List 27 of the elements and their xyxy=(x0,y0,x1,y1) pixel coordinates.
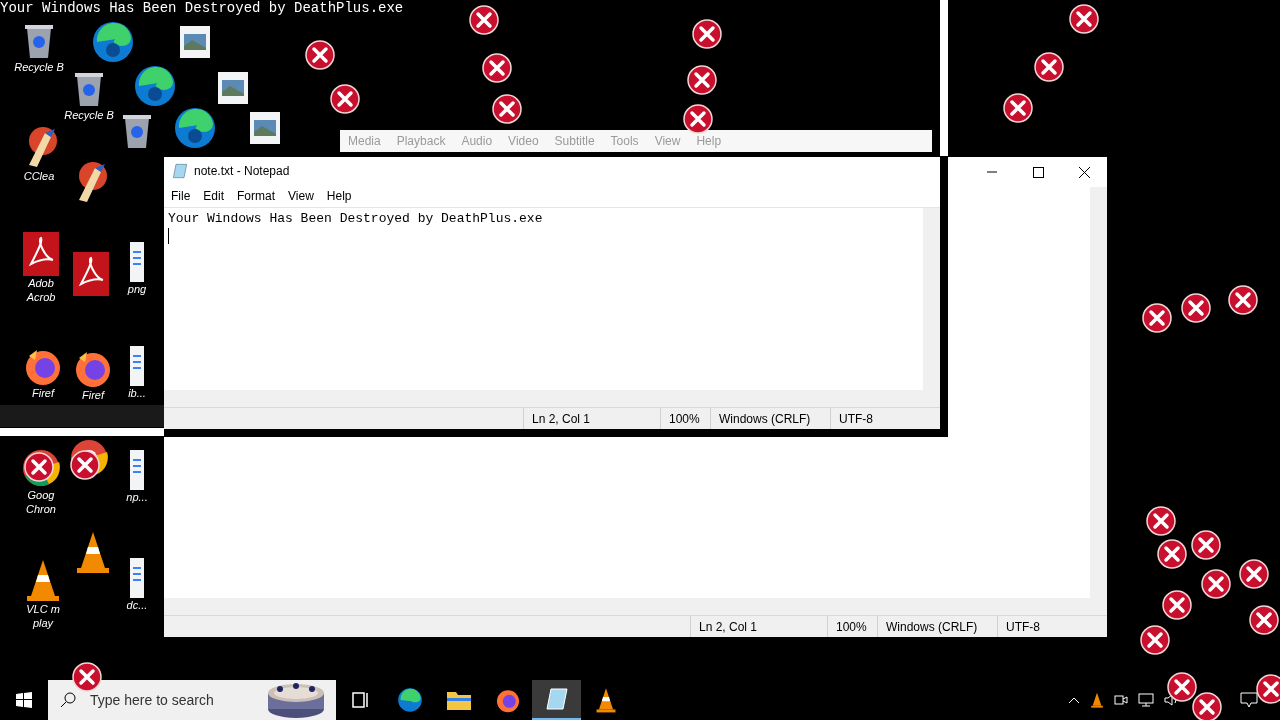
desktop-icon-label[interactable]: dc... xyxy=(112,598,162,612)
desktop-icon-label[interactable]: Firef xyxy=(18,386,68,400)
search-field[interactable]: Type here to search xyxy=(48,680,336,720)
desktop-icon-label[interactable]: Adob Acrob xyxy=(16,276,66,304)
desktop-icon-label[interactable]: Goog Chron xyxy=(16,488,66,516)
desktop-icon-label[interactable]: Recycle B xyxy=(64,108,114,122)
status-text: Ln 2, Col 1 xyxy=(690,616,827,637)
menu-item[interactable]: Format xyxy=(237,187,276,205)
desktop-icon-label[interactable]: CClea xyxy=(14,169,64,183)
status-text: 100% xyxy=(827,616,877,637)
text-area[interactable]: Your Windows Has Been Destroyed by DeathPlus.exe xyxy=(164,208,923,390)
menu-item[interactable]: Edit xyxy=(203,187,225,205)
status-text: Ln 2, Col 1 xyxy=(523,408,660,429)
status-text: 100% xyxy=(660,408,710,429)
window-title: note.txt - Notepad xyxy=(194,163,290,180)
menu-item[interactable]: File xyxy=(171,187,191,205)
status-text: Windows (CRLF) xyxy=(710,408,830,429)
desktop-icon-label[interactable]: Recycle B xyxy=(14,60,64,74)
menu-item[interactable]: View xyxy=(288,187,314,205)
status-text: UTF-8 xyxy=(997,616,1107,637)
warning-message: Your Windows Has Been Destroyed by DeathPlus.exe xyxy=(0,0,404,18)
desktop-icon-label[interactable]: png xyxy=(112,282,162,296)
status-text: UTF-8 xyxy=(830,408,940,429)
menu-item[interactable]: Help xyxy=(326,187,352,205)
desktop-icon-label[interactable]: np... xyxy=(112,490,162,504)
desktop-icon-label[interactable]: VLC m play xyxy=(18,602,68,630)
status-text: Windows (CRLF) xyxy=(877,616,997,637)
